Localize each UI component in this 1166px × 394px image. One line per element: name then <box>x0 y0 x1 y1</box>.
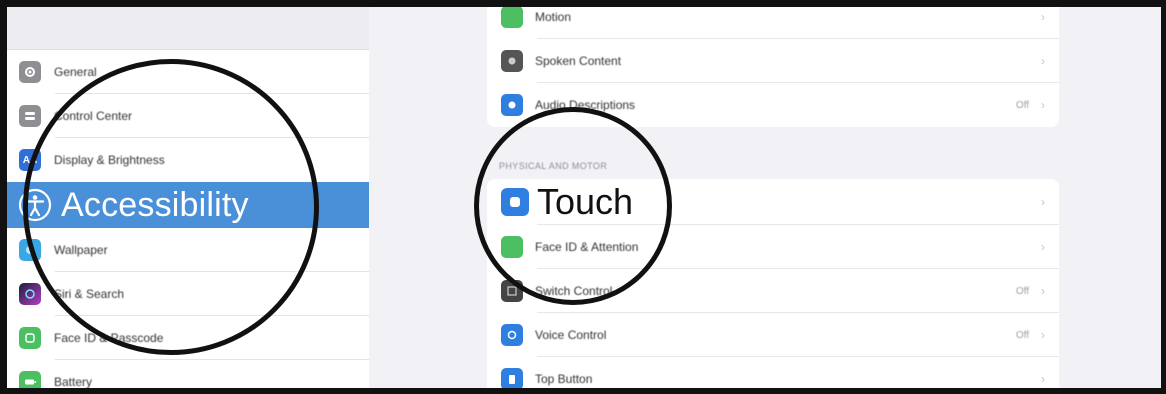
row-motion[interactable]: Motion › <box>487 7 1059 39</box>
chevron-right-icon: › <box>1041 98 1045 112</box>
audio-description-icon <box>501 94 523 116</box>
sidebar-item-label: Wallpaper <box>54 243 108 257</box>
sidebar-item-label: General <box>54 65 97 79</box>
screenshot-frame: General Control Center AA Display & Brig… <box>0 0 1166 394</box>
row-top-button[interactable]: Top Button › <box>487 357 1059 388</box>
sidebar-item-siri-search[interactable]: Siri & Search <box>7 272 369 316</box>
row-value: Off <box>1015 99 1029 111</box>
face-id-icon <box>19 327 41 349</box>
row-label: Face ID & Attention <box>535 240 639 254</box>
row-label: Switch Control <box>535 284 613 298</box>
row-voice-control[interactable]: Voice Control Off › <box>487 313 1059 357</box>
chevron-right-icon: › <box>1041 54 1045 68</box>
sidebar-item-label: Display & Brightness <box>54 153 165 167</box>
accessibility-icon <box>18 188 52 222</box>
motion-icon <box>501 7 523 28</box>
sidebar-item-control-center[interactable]: Control Center <box>7 94 369 138</box>
chevron-right-icon: › <box>1041 240 1045 254</box>
physical-motor-group: Touch › Face ID & Attention › Switch Con… <box>487 179 1059 388</box>
gear-icon <box>19 61 41 83</box>
accessibility-detail-pane: Motion › Spoken Content › Audio Descript… <box>369 7 1161 388</box>
row-label: Top Button <box>535 372 593 386</box>
row-label: Voice Control <box>535 328 607 342</box>
touch-icon <box>501 188 529 216</box>
row-label: Spoken Content <box>535 54 622 68</box>
row-value: Off <box>1015 329 1029 341</box>
sidebar-item-label: Battery <box>54 375 93 389</box>
sidebar-item-display-brightness[interactable]: AA Display & Brightness <box>7 138 369 182</box>
face-id-icon <box>501 236 523 258</box>
sidebar-item-face-id-passcode[interactable]: Face ID & Passcode <box>7 316 369 360</box>
row-label: Touch <box>537 181 634 222</box>
sidebar-item-accessibility[interactable]: Accessibility <box>7 182 369 228</box>
section-header: Physical and Motor <box>499 161 608 171</box>
row-label: Motion <box>535 10 572 24</box>
sidebar-item-general[interactable]: General <box>7 50 369 94</box>
siri-icon <box>19 283 41 305</box>
switches-icon <box>19 105 41 127</box>
text-size-icon: AA <box>19 149 41 171</box>
row-switch-control[interactable]: Switch Control Off › <box>487 269 1059 313</box>
row-label: Audio Descriptions <box>535 98 636 112</box>
sidebar-item-battery[interactable]: Battery <box>7 360 369 389</box>
top-button-icon <box>501 368 523 388</box>
chevron-right-icon: › <box>1041 10 1045 24</box>
wallpaper-icon <box>19 239 41 261</box>
voice-control-icon <box>501 324 523 346</box>
row-audio-descriptions[interactable]: Audio Descriptions Off › <box>487 83 1059 127</box>
sidebar-group: General Control Center AA Display & Brig… <box>7 49 369 389</box>
row-face-id-attention[interactable]: Face ID & Attention › <box>487 225 1059 269</box>
chevron-right-icon: › <box>1041 328 1045 342</box>
settings-sidebar: General Control Center AA Display & Brig… <box>7 7 369 388</box>
sidebar-item-wallpaper[interactable]: Wallpaper <box>7 228 369 272</box>
vision-group: Motion › Spoken Content › Audio Descript… <box>487 7 1059 127</box>
chevron-right-icon: › <box>1041 284 1045 298</box>
sidebar-item-label: Siri & Search <box>54 287 125 301</box>
row-spoken-content[interactable]: Spoken Content › <box>487 39 1059 83</box>
battery-icon <box>19 371 41 388</box>
sidebar-item-label: Face ID & Passcode <box>54 331 164 345</box>
switch-control-icon <box>501 280 523 302</box>
chevron-right-icon: › <box>1041 372 1045 386</box>
row-touch[interactable]: Touch › <box>487 179 1059 225</box>
speech-icon <box>501 50 523 72</box>
row-value: Off <box>1015 285 1029 297</box>
sidebar-item-label: Control Center <box>54 109 133 123</box>
sidebar-item-label: Accessibility <box>61 185 249 224</box>
chevron-right-icon: › <box>1041 195 1045 209</box>
